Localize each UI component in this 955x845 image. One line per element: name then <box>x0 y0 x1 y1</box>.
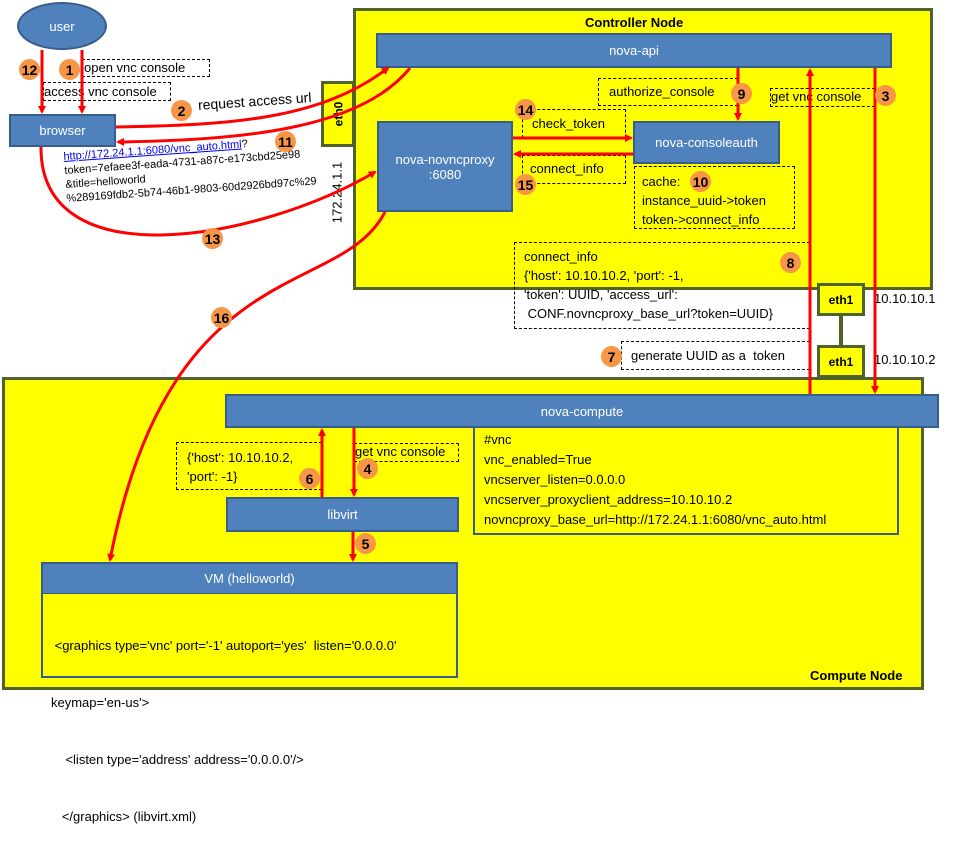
browser-box[interactable]: browser <box>9 114 116 147</box>
generate-uuid-label: generate UUID as a token <box>631 348 785 363</box>
cache-line-2: token->connect_info <box>642 212 760 227</box>
controller-node-title: Controller Node <box>585 15 684 30</box>
step-badge-13: 13 <box>202 228 223 249</box>
compute-eth1-interface: eth1 <box>817 345 865 378</box>
config-line-4: vncserver_proxyclient_address=10.10.10.2 <box>484 492 733 507</box>
connect-info-line-3: 'token': UUID, 'access_url': <box>524 287 678 302</box>
connect-info-line-2: {'host': 10.10.10.2, 'port': -1, <box>524 268 684 283</box>
config-line-3: vncserver_listen=0.0.0.0 <box>484 472 626 487</box>
host-port-text: {'host': 10.10.10.2, 'port': -1} <box>187 448 293 486</box>
get-vnc-console-compute-label: get vnc console <box>355 444 446 459</box>
compute-eth1-ip: 10.10.10.2 <box>874 352 936 367</box>
eth0-ip-text: 172.24.1.1 <box>329 161 345 224</box>
config-line-2: vnc_enabled=True <box>484 452 592 467</box>
step-badge-3: 3 <box>875 85 896 106</box>
step-badge-12: 12 <box>19 59 40 80</box>
controller-eth1-ip: 10.10.10.1 <box>874 291 936 306</box>
libvirt-label: libvirt <box>327 507 358 522</box>
controller-eth1-label: eth1 <box>828 292 854 307</box>
step-badge-14: 14 <box>515 99 536 120</box>
step-badge-10: 10 <box>690 171 711 192</box>
nova-consoleauth-box[interactable]: nova-consoleauth <box>633 121 780 164</box>
vm-label: VM (helloworld) <box>204 571 295 586</box>
libvirt-box[interactable]: libvirt <box>226 497 459 532</box>
step-badge-11: 11 <box>275 131 296 152</box>
step-badge-9: 9 <box>731 83 752 104</box>
step-badge-8: 8 <box>780 252 801 273</box>
cache-line-1: instance_uuid->token <box>642 193 766 208</box>
nova-api-label: nova-api <box>609 43 659 58</box>
eth0-label: eth0 <box>331 101 345 127</box>
access-vnc-console-label: access vnc console <box>44 84 157 99</box>
step-badge-1: 1 <box>59 59 80 80</box>
nova-novncproxy-label: nova-novncproxy <box>395 151 495 167</box>
nova-compute-label: nova-compute <box>540 403 624 419</box>
nova-novncproxy-box[interactable]: nova-novncproxy :6080 <box>377 121 513 212</box>
eth0-interface: eth0 <box>321 81 355 147</box>
controller-eth1-interface: eth1 <box>817 283 865 316</box>
user-actor[interactable]: user <box>17 2 107 50</box>
step-badge-16: 16 <box>211 307 232 328</box>
nova-consoleauth-label: nova-consoleauth <box>655 135 758 150</box>
nova-api-box[interactable]: nova-api <box>376 33 892 68</box>
get-vnc-console-controller-label: get vnc console <box>771 89 862 104</box>
step-badge-15: 15 <box>515 174 536 195</box>
connect-info-detail-text: connect_info {'host': 10.10.10.2, 'port'… <box>524 247 773 323</box>
config-line-1: #vnc <box>484 432 512 447</box>
config-line-5: novncproxy_base_url=http://172.24.1.1:60… <box>484 512 827 527</box>
open-vnc-console-label: open vnc console <box>84 60 186 75</box>
vm-xml-line-4: </graphics> (libvirt.xml) <box>51 809 197 824</box>
step-badge-7: 7 <box>601 346 622 367</box>
step-badge-2: 2 <box>171 100 192 121</box>
nova-novncproxy-port: :6080 <box>428 166 462 182</box>
step-badge-4: 4 <box>357 458 378 479</box>
eth0-ip: 172.24.1.1 <box>330 153 345 233</box>
compute-node-title: Compute Node <box>810 668 903 683</box>
nova-compute-box[interactable]: nova-compute <box>225 394 939 428</box>
host-port-line-1: {'host': 10.10.10.2, <box>187 450 294 465</box>
host-port-line-2: 'port': -1} <box>187 469 238 484</box>
request-access-url-label: request access url <box>197 89 312 113</box>
step-badge-5: 5 <box>355 533 376 554</box>
compute-config-text: #vnc vnc_enabled=True vncserver_listen=0… <box>484 430 826 530</box>
compute-eth1-label: eth1 <box>828 354 854 369</box>
browser-label: browser <box>39 123 86 138</box>
connect-info-line-1: connect_info <box>524 249 598 264</box>
vm-xml-line-2: keymap='en-us'> <box>51 695 150 710</box>
step-badge-6: 6 <box>299 468 320 489</box>
connect-info-label: connect_info <box>530 161 604 176</box>
check-token-label: check_token <box>532 116 605 131</box>
eth1-link <box>839 315 843 348</box>
vm-box[interactable]: VM (helloworld) <box>41 562 458 595</box>
vm-xml-line-3: <listen type='address' address='0.0.0.0'… <box>51 752 304 767</box>
vm-xml-text: <graphics type='vnc' port='-1' autoport=… <box>51 598 396 845</box>
authorize-console-label: authorize_console <box>609 84 715 99</box>
vm-xml-line-1: <graphics type='vnc' port='-1' autoport=… <box>51 638 397 653</box>
access-url-suffix: ? <box>241 138 249 151</box>
connect-info-line-4: CONF.novncproxy_base_url?token=UUID} <box>524 306 773 321</box>
user-label: user <box>49 18 75 34</box>
